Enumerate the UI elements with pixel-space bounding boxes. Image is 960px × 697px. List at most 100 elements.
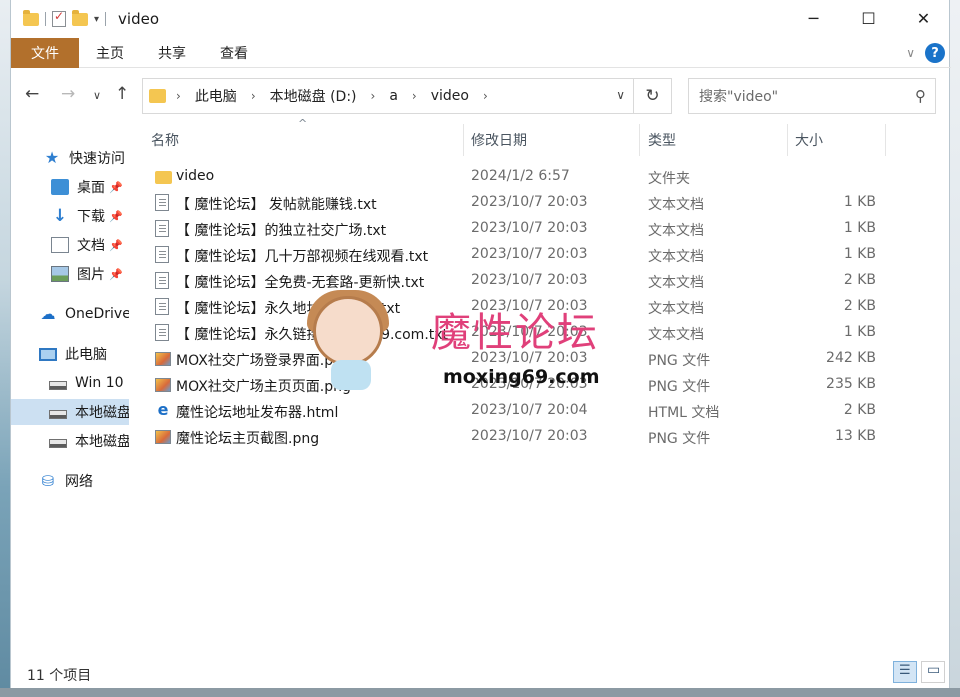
breadcrumb-separator-icon[interactable]: › [371,89,376,103]
drive-icon [49,380,67,390]
pin-icon: 📌 [109,267,123,281]
download-icon: ↓ [52,206,68,226]
sidebar-item-desktop[interactable]: 桌面 📌 [11,174,129,200]
file-type: 文本文档 [648,223,704,239]
file-type: 文本文档 [648,301,704,317]
drive-icon [49,409,67,419]
details-view-button[interactable] [893,661,917,683]
table-row[interactable]: 【 魔性论坛】全免费-无套路-更新快.txt 2023/10/7 20:03 文… [151,268,891,294]
document-icon [51,237,69,253]
item-count: 11 个项目 [27,668,92,684]
file-date: 2023/10/7 20:03 [471,220,588,236]
sidebar-item-quick-access[interactable]: ★ 快速访问 [11,145,129,171]
file-date: 2023/10/7 20:03 [471,428,588,444]
table-row[interactable]: MOX社交广场主页页面.png 2023/10/7 20:03 PNG 文件 2… [151,372,891,398]
sidebar-item-local-disk-d[interactable]: 本地磁盘 [11,399,129,425]
file-type: 文本文档 [648,275,704,291]
sidebar-item-local-disk[interactable]: 本地磁盘 [11,428,129,454]
file-type: HTML 文档 [648,405,720,421]
close-button[interactable]: ✕ [896,0,951,36]
breadcrumb-video[interactable]: video [431,88,469,104]
address-dropdown-icon[interactable]: ∨ [616,88,625,102]
breadcrumb-local-disk-d[interactable]: 本地磁盘 (D:) [270,86,357,106]
file-date: 2023/10/7 20:03 [471,376,588,392]
tab-view[interactable]: 查看 [203,38,265,68]
breadcrumb-separator-icon[interactable]: › [176,89,181,103]
quick-access-toolbar: ▾ [11,9,107,27]
table-row[interactable]: video 2024/1/2 6:57 文件夹 [151,164,891,190]
sidebar-item-downloads[interactable]: ↓ 下载 📌 [11,203,129,229]
desktop-background-right [950,0,960,697]
table-row[interactable]: 【 魔性论坛】永久链接moxing69.com.txt 2023/10/7 20… [151,320,891,346]
table-row[interactable]: 【 魔性论坛】的独立社交广场.txt 2023/10/7 20:03 文本文档 … [151,216,891,242]
sidebar-item-label: OneDrive [65,306,129,322]
large-icons-view-button[interactable] [921,661,945,683]
tab-file[interactable]: 文件 [11,37,79,68]
sidebar-item-onedrive[interactable]: ☁ OneDrive [11,301,130,327]
desktop-background-bottom [0,688,960,697]
column-divider[interactable] [639,124,640,156]
sidebar-item-win10-drive[interactable]: Win 10 [11,370,129,396]
breadcrumb-separator-icon[interactable]: › [483,89,488,103]
breadcrumb-a[interactable]: a [389,88,398,104]
file-name: 【 魔性论坛】永久链接moxing69.com.txt [176,327,449,343]
sidebar-item-label: 快速访问 [69,151,125,167]
column-divider[interactable] [885,124,886,156]
up-arrow-icon[interactable]: ↑ [115,84,129,104]
column-header-size[interactable]: 大小 [795,126,885,154]
properties-icon[interactable] [52,9,66,27]
file-name: 【 魔性论坛】永久地址发布邮箱.txt [176,301,401,317]
column-header-name[interactable]: 名称 [151,126,463,154]
address-bar[interactable]: › 此电脑 › 本地磁盘 (D:) › a › video › ∨ [142,78,634,114]
ribbon-tabs: 文件 主页 共享 查看 ∨ ? [11,37,951,68]
sidebar-item-pictures[interactable]: 图片 📌 [11,261,129,287]
sidebar-item-network[interactable]: ⛁ 网络 [11,468,129,494]
column-header-type[interactable]: 类型 [648,126,788,154]
help-icon[interactable]: ? [925,43,945,63]
search-icon[interactable]: ⚲ [915,87,926,105]
file-type: 文本文档 [648,249,704,265]
file-size: 1 KB [843,220,876,236]
tab-share[interactable]: 共享 [141,38,203,68]
breadcrumb-this-pc[interactable]: 此电脑 [195,86,237,106]
file-size: 2 KB [843,298,876,314]
file-size: 242 KB [826,350,876,366]
new-folder-icon[interactable] [72,9,88,26]
maximize-button[interactable]: ☐ [841,0,896,36]
expand-ribbon-icon[interactable]: ∨ [906,46,915,60]
search-input[interactable]: 搜索"video" ⚲ [688,78,936,114]
table-row[interactable]: e 魔性论坛地址发布器.html 2023/10/7 20:04 HTML 文档… [151,398,891,424]
column-divider[interactable] [463,124,464,156]
sidebar-item-documents[interactable]: 文档 📌 [11,232,129,258]
forward-arrow-icon[interactable]: → [61,84,75,104]
status-bar: 11 个项目 [11,658,951,688]
table-row[interactable]: MOX社交广场登录界面.png 2023/10/7 20:03 PNG 文件 2… [151,346,891,372]
folder-icon[interactable] [23,9,39,26]
table-row[interactable]: 【 魔性论坛】 发帖就能赚钱.txt 2023/10/7 20:03 文本文档 … [151,190,891,216]
file-name: 魔性论坛主页截图.png [176,431,320,447]
file-name: 【 魔性论坛】全免费-无套路-更新快.txt [176,275,425,291]
column-header-date[interactable]: 修改日期 [471,126,639,154]
table-row[interactable]: 魔性论坛主页截图.png 2023/10/7 20:03 PNG 文件 13 K… [151,424,891,450]
sidebar-item-this-pc[interactable]: 此电脑 [11,341,129,367]
sidebar-item-label: 下载 [77,209,105,225]
minimize-button[interactable]: ─ [786,0,841,36]
file-date: 2023/10/7 20:03 [471,272,588,288]
breadcrumb-separator-icon[interactable]: › [412,89,417,103]
navigation-bar: ← → ∨ ↑ › 此电脑 › 本地磁盘 (D:) › a › video › … [11,76,951,116]
back-arrow-icon[interactable]: ← [25,84,39,104]
breadcrumb-separator-icon[interactable]: › [251,89,256,103]
image-file-icon [155,378,171,392]
table-row[interactable]: 【 魔性论坛】几十万部视频在线观看.txt 2023/10/7 20:03 文本… [151,242,891,268]
recent-locations-chevron-icon[interactable]: ∨ [93,89,101,102]
sidebar-item-label: 桌面 [77,180,105,196]
tab-home[interactable]: 主页 [79,38,141,68]
table-row[interactable]: 【 魔性论坛】永久地址发布邮箱.txt 2023/10/7 20:03 文本文档… [151,294,891,320]
file-name: 魔性论坛地址发布器.html [176,405,339,421]
column-divider[interactable] [787,124,788,156]
text-file-icon [155,272,169,289]
refresh-button[interactable]: ↻ [634,78,672,114]
customize-toolbar-dropdown-icon[interactable]: ▾ [94,14,99,25]
file-size: 2 KB [843,402,876,418]
file-name: 【 魔性论坛】几十万部视频在线观看.txt [176,249,429,265]
